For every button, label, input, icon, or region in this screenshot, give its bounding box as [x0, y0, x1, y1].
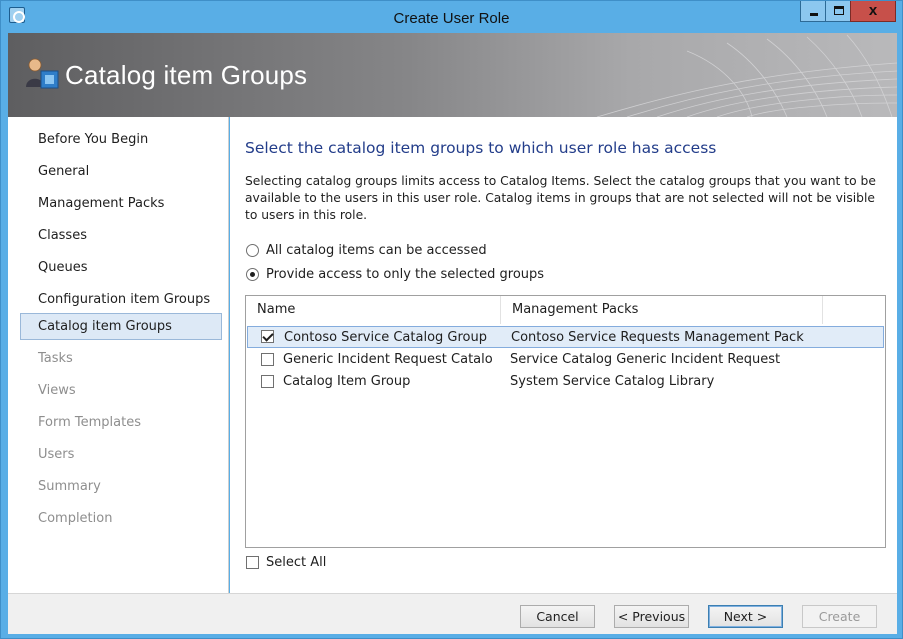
- checkbox[interactable]: [246, 555, 259, 569]
- row-name: Generic Incident Request Catalo: [283, 352, 493, 367]
- header-banner: Catalog item Groups: [8, 33, 897, 117]
- row-checkbox[interactable]: [261, 330, 274, 343]
- section-heading: Select the catalog item groups to which …: [245, 139, 717, 157]
- next-button[interactable]: Next >: [708, 605, 783, 628]
- radio-all-catalog-items[interactable]: All catalog items can be accessed: [246, 241, 487, 259]
- title-bar[interactable]: Create User Role x: [1, 1, 902, 33]
- row-management-pack: Service Catalog Generic Incident Request: [510, 352, 781, 367]
- minimize-button[interactable]: [800, 1, 826, 22]
- nav-item-summary: Summary: [38, 479, 101, 494]
- nav-item-management-packs[interactable]: Management Packs: [19, 191, 221, 218]
- maximize-button[interactable]: [825, 1, 851, 22]
- radio-label: Provide access to only the selected grou…: [266, 266, 545, 282]
- nav-item-catalog-item-groups[interactable]: Catalog item Groups: [20, 313, 222, 340]
- select-all-label: Select All: [266, 554, 327, 570]
- create-button: Create: [802, 605, 877, 628]
- maximize-icon: [834, 6, 844, 15]
- close-button[interactable]: x: [850, 1, 896, 22]
- nav-item-configuration-item-groups[interactable]: Configuration item Groups: [19, 287, 221, 314]
- window-controls: x: [800, 1, 896, 23]
- column-header-management-packs[interactable]: Management Packs: [501, 296, 823, 324]
- nav-item-classes[interactable]: Classes: [19, 223, 221, 250]
- row-management-pack: System Service Catalog Library: [510, 374, 715, 389]
- main-panel: Select the catalog item groups to which …: [230, 117, 897, 593]
- user-role-icon: [26, 58, 59, 89]
- select-all-checkbox[interactable]: Select All: [246, 553, 326, 571]
- catalog-groups-list: Name Management Packs Contoso Service Ca…: [245, 295, 886, 548]
- radio-selected-groups[interactable]: Provide access to only the selected grou…: [246, 265, 544, 283]
- nav-item-form-templates: Form Templates: [38, 415, 141, 430]
- row-name: Contoso Service Catalog Group: [284, 330, 487, 345]
- nav-item-users: Users: [38, 447, 75, 462]
- banner-decoration: [596, 34, 897, 117]
- table-row[interactable]: Contoso Service Catalog Group Contoso Se…: [247, 326, 884, 348]
- close-icon: x: [868, 2, 878, 19]
- cancel-button[interactable]: Cancel: [520, 605, 595, 628]
- nav-item-tasks: Tasks: [38, 351, 73, 366]
- table-row[interactable]: Catalog Item Group System Service Catalo…: [247, 371, 884, 393]
- radio-button-checked[interactable]: [246, 267, 259, 281]
- create-user-role-window: Create User Role x Catalog item Groups B…: [0, 0, 903, 639]
- radio-button[interactable]: [246, 243, 259, 257]
- wizard-footer: Cancel < Previous Next > Create: [8, 593, 897, 634]
- row-name: Catalog Item Group: [283, 374, 411, 389]
- nav-item-general[interactable]: General: [19, 159, 221, 186]
- table-row[interactable]: Generic Incident Request Catalo Service …: [247, 349, 884, 371]
- column-header-name[interactable]: Name: [246, 296, 501, 324]
- window-title: Create User Role: [393, 10, 510, 27]
- previous-button[interactable]: < Previous: [614, 605, 689, 628]
- wizard-nav: Before You Begin General Management Pack…: [8, 117, 229, 593]
- row-checkbox[interactable]: [261, 353, 274, 366]
- nav-item-queues[interactable]: Queues: [19, 255, 221, 282]
- minimize-icon: [810, 13, 818, 16]
- section-description: Selecting catalog groups limits access t…: [245, 174, 876, 222]
- nav-item-before-you-begin[interactable]: Before You Begin: [19, 127, 221, 154]
- nav-item-views: Views: [38, 383, 76, 398]
- nav-item-completion: Completion: [38, 511, 113, 526]
- radio-label: All catalog items can be accessed: [266, 242, 487, 258]
- row-checkbox[interactable]: [261, 375, 274, 388]
- page-title: Catalog item Groups: [65, 60, 308, 90]
- row-management-pack: Contoso Service Requests Management Pack: [511, 330, 804, 345]
